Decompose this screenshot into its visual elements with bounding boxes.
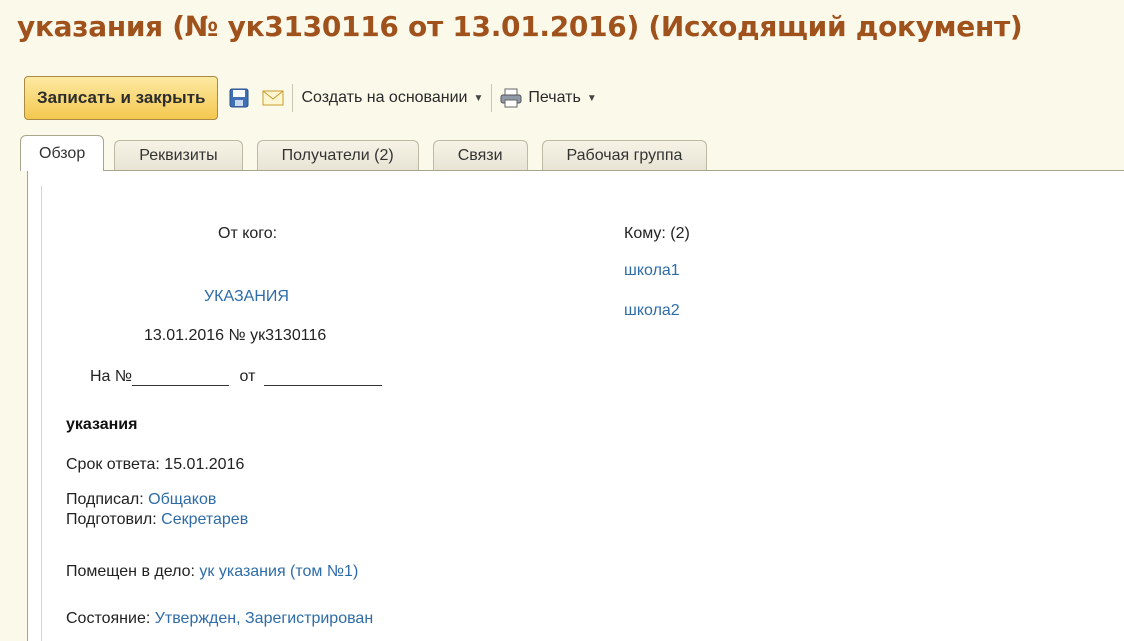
create-based-on-label: Создать на основании — [301, 89, 468, 106]
signed-by-link[interactable]: Общаков — [148, 491, 216, 508]
tab-overview[interactable]: Обзор — [20, 135, 105, 171]
overview-panel: От кого: Кому: (2) школа1 школа2 УКАЗАНИ… — [27, 170, 1124, 641]
create-based-on-menu[interactable]: Создать на основании ▼ — [301, 89, 483, 107]
window-title: указания (№ ук3130116 от 13.01.2016) (Ис… — [17, 10, 1023, 43]
save-icon[interactable] — [228, 82, 250, 114]
printer-icon — [500, 88, 522, 108]
tab-recipients[interactable]: Получатели (2) — [256, 140, 419, 171]
reply-from-label: от — [239, 368, 256, 385]
document-subject: указания — [66, 416, 138, 433]
chevron-down-icon: ▼ — [473, 92, 484, 104]
recipient-link[interactable]: школа2 — [624, 302, 680, 320]
state-link[interactable]: Утвержден, Зарегистрирован — [155, 610, 373, 627]
print-label: Печать — [528, 89, 581, 106]
save-and-close-button[interactable]: Записать и закрыть — [24, 76, 219, 120]
to-label: Кому: (2) — [624, 225, 690, 242]
from-label: От кого: — [218, 225, 278, 242]
filed-label: Помещен в дело: — [66, 563, 195, 580]
tab-requisites[interactable]: Реквизиты — [114, 140, 243, 171]
filed-case-link[interactable]: ук указания (том №1) — [199, 563, 358, 580]
chevron-down-icon: ▼ — [586, 92, 597, 104]
prepared-by: Подготовил: Секретарев — [66, 511, 248, 529]
prepared-label: Подготовил: — [66, 511, 157, 528]
tab-bar: Обзор Реквизиты Получатели (2) Связи Раб… — [20, 135, 721, 171]
filed-in-case: Помещен в дело: ук указания (том №1) — [66, 563, 358, 581]
print-menu[interactable]: Печать ▼ — [500, 88, 597, 108]
reply-from-blank — [263, 370, 382, 386]
tab-work-group[interactable]: Рабочая группа — [541, 140, 708, 171]
signed-label: Подписал: — [66, 491, 144, 508]
toolbar-separator — [292, 84, 294, 112]
due-date: Срок ответа: 15.01.2016 — [66, 456, 245, 473]
toolbar: Записать и закрыть Создать на основании … — [24, 73, 1124, 123]
date-number: 13.01.2016 № ук3130116 — [144, 327, 327, 344]
panel-divider — [41, 186, 42, 641]
toolbar-separator — [491, 84, 493, 112]
document-state: Состояние: Утвержден, Зарегистрирован — [66, 610, 373, 628]
tab-links[interactable]: Связи — [432, 140, 528, 171]
reply-no-label: На № — [90, 368, 133, 385]
email-icon[interactable] — [262, 82, 284, 114]
recipient-link[interactable]: школа1 — [624, 262, 680, 280]
prepared-by-link[interactable]: Секретарев — [161, 511, 248, 528]
document-type-link[interactable]: УКАЗАНИЯ — [204, 288, 289, 306]
signed-by: Подписал: Общаков — [66, 491, 216, 509]
state-label: Состояние: — [66, 610, 151, 627]
reply-no-blank — [132, 370, 230, 386]
reply-reference: На № от — [90, 368, 382, 386]
